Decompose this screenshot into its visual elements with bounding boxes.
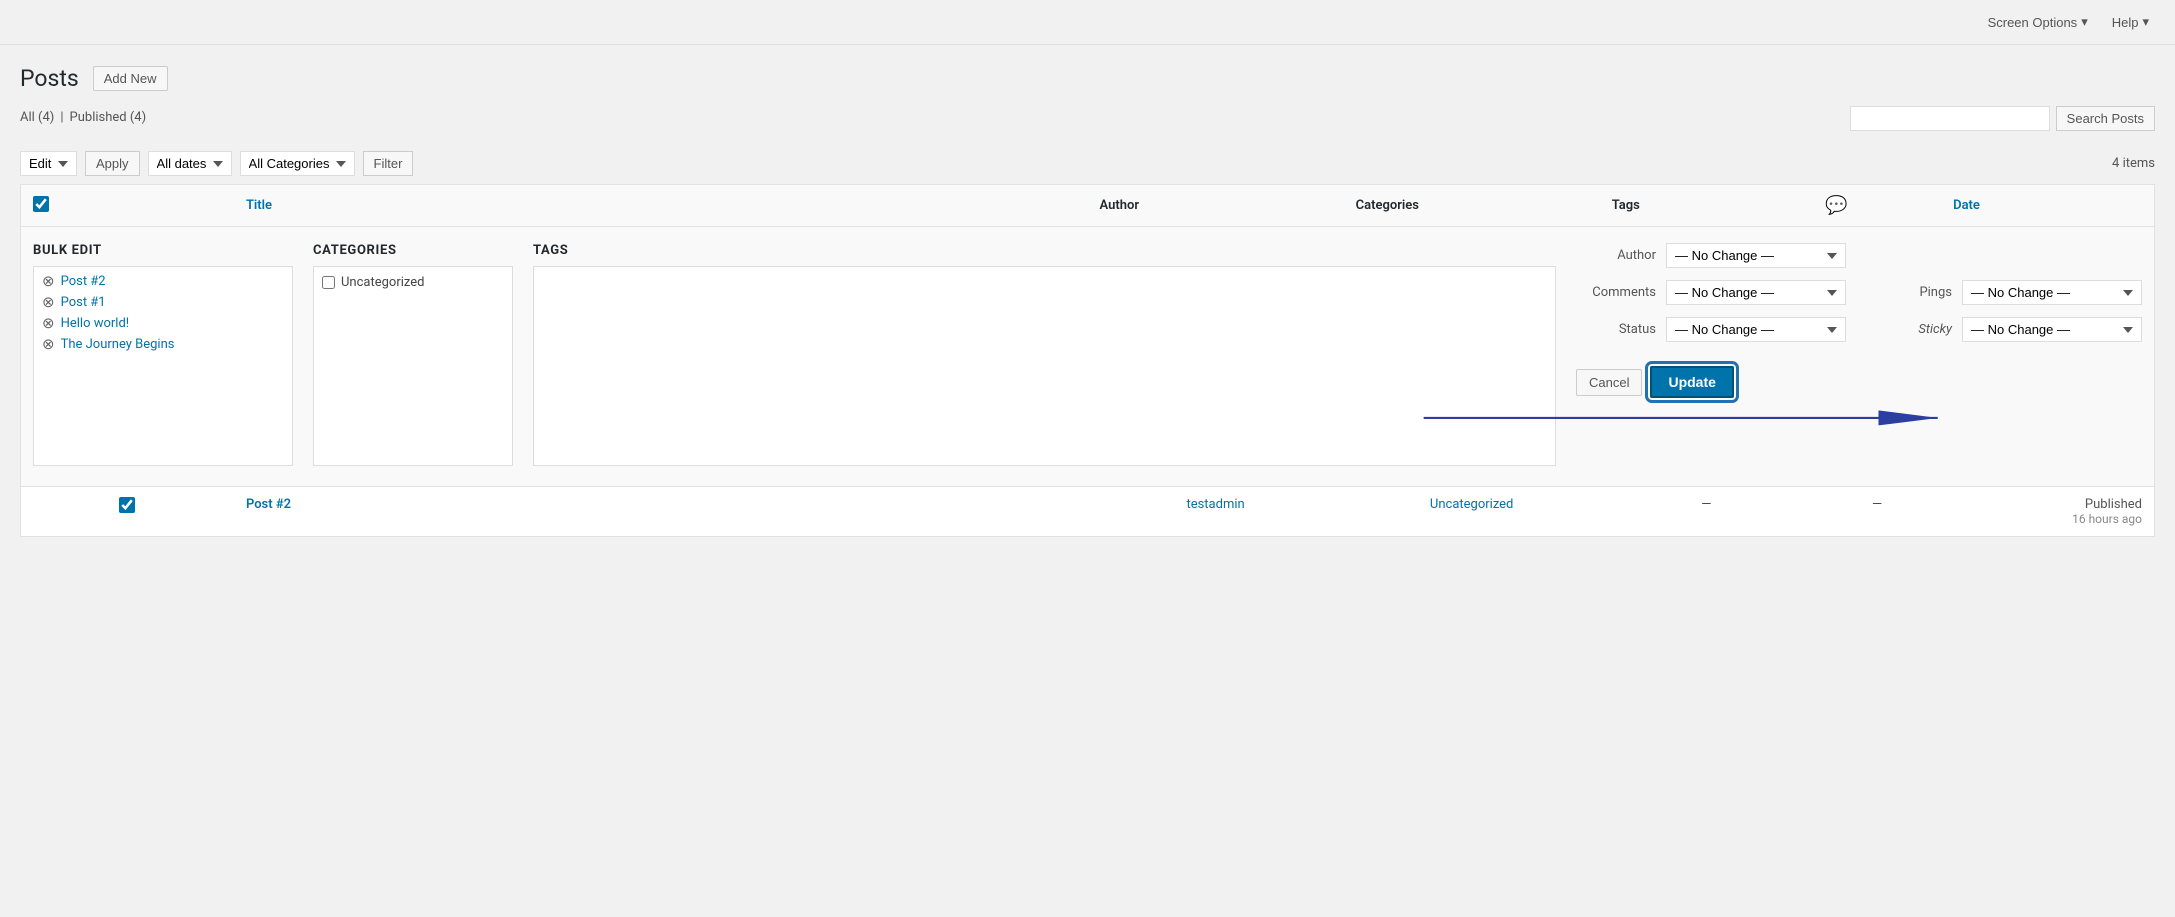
- help-chevron-icon: ▾: [2142, 14, 2149, 30]
- author-select[interactable]: — No Change —: [1666, 243, 1846, 268]
- list-item[interactable]: ⊗ Hello world!: [34, 313, 292, 334]
- comments-icon: 💬: [1825, 195, 1847, 216]
- author-field-row: Author — No Change —: [1576, 243, 2142, 268]
- pings-select[interactable]: — No Change —: [1962, 280, 2142, 305]
- remove-post-icon[interactable]: ⊗: [42, 316, 55, 331]
- help-label: Help: [2112, 15, 2139, 30]
- tags-textarea[interactable]: [533, 266, 1556, 466]
- post-title-link[interactable]: Post #2: [246, 497, 291, 512]
- tags-label: Tags: [533, 243, 1556, 258]
- cancel-button[interactable]: Cancel: [1576, 369, 1642, 396]
- bulk-edit-container: BULK EDIT ⊗ Post #2 ⊗ Post #1: [33, 243, 2142, 470]
- uncategorized-checkbox[interactable]: [322, 276, 335, 289]
- cat-item: Uncategorized: [314, 271, 512, 294]
- bulk-edit-posts-box: BULK EDIT ⊗ Post #2 ⊗ Post #1: [33, 243, 293, 466]
- select-all-checkbox[interactable]: [33, 196, 49, 212]
- th-categories: Categories: [1344, 185, 1600, 227]
- subsubsub: All (4) | Published (4): [20, 110, 146, 125]
- post-list-title: Post #1: [61, 295, 106, 310]
- table-nav: Edit Apply All dates All Categories Filt…: [20, 151, 2155, 176]
- all-filter-link[interactable]: All (4): [20, 110, 54, 125]
- row-checkbox[interactable]: [119, 497, 135, 513]
- author-link[interactable]: testadmin: [1186, 497, 1244, 512]
- comments-pings-row: Comments — No Change — Pings — No Change…: [1576, 280, 2142, 305]
- screen-options-label: Screen Options: [1988, 15, 2078, 30]
- sticky-select[interactable]: — No Change —: [1962, 317, 2142, 342]
- th-date[interactable]: Date: [1941, 185, 2154, 227]
- row-date-cell: Published 16 hours ago: [1941, 487, 2154, 537]
- post-list-title: Hello world!: [61, 316, 130, 331]
- search-row: Search Posts: [1850, 106, 2155, 131]
- bulk-edit-fields: Author — No Change — Comments — No Chang…: [1576, 243, 2142, 398]
- date-ago: 16 hours ago: [1953, 512, 2142, 526]
- apply-button[interactable]: Apply: [85, 151, 140, 176]
- author-label: Author: [1576, 248, 1656, 263]
- pings-label: Pings: [1872, 285, 1952, 300]
- th-tags: Tags: [1600, 185, 1813, 227]
- filter-button[interactable]: Filter: [363, 151, 414, 176]
- posts-list-box[interactable]: ⊗ Post #2 ⊗ Post #1 ⊗ Hello world!: [33, 266, 293, 466]
- screen-options-button[interactable]: Screen Options ▾: [1978, 8, 2098, 36]
- remove-post-icon[interactable]: ⊗: [42, 274, 55, 289]
- list-item[interactable]: ⊗ The Journey Begins: [34, 334, 292, 355]
- page-title: Posts: [20, 65, 79, 92]
- list-item[interactable]: ⊗ Post #1: [34, 292, 292, 313]
- sticky-label: Sticky: [1872, 322, 1952, 337]
- posts-table: Title Author Categories Tags 💬 Date: [20, 184, 2155, 537]
- status-select[interactable]: — No Change —: [1666, 317, 1846, 342]
- table-row: Post #2 testadmin Uncategorized — — Publ…: [21, 487, 2155, 537]
- categories-label: Categories: [313, 243, 513, 258]
- bulk-edit-tags-box: Tags: [533, 243, 1556, 470]
- categories-list-box[interactable]: Uncategorized: [313, 266, 513, 466]
- row-categories-cell: Uncategorized: [1344, 487, 1600, 537]
- category-link[interactable]: Uncategorized: [1430, 497, 1513, 512]
- update-button[interactable]: Update: [1650, 366, 1733, 398]
- bulk-edit-cell: BULK EDIT ⊗ Post #2 ⊗ Post #1: [21, 227, 2155, 487]
- items-count: 4 items: [2112, 156, 2155, 171]
- remove-post-icon[interactable]: ⊗: [42, 337, 55, 352]
- row-tags-cell: —: [1600, 487, 1813, 537]
- th-title[interactable]: Title: [234, 185, 1088, 227]
- search-posts-button[interactable]: Search Posts: [2056, 106, 2155, 131]
- bulk-edit-categories-box: Categories Uncategorized: [313, 243, 513, 466]
- th-author: Author: [1088, 185, 1344, 227]
- row-author-cell: testadmin: [1088, 487, 1344, 537]
- post-list-title: The Journey Begins: [61, 337, 175, 352]
- bulk-edit-label: BULK EDIT: [33, 243, 293, 258]
- row-checkbox-cell: [21, 487, 234, 537]
- help-button[interactable]: Help ▾: [2102, 8, 2159, 36]
- comments-select[interactable]: — No Change —: [1666, 280, 1846, 305]
- post-list-title: Post #2: [61, 274, 106, 289]
- status-sticky-row: Status — No Change — Sticky — No Change …: [1576, 317, 2142, 342]
- row-comments-cell: —: [1813, 487, 1941, 537]
- bulk-action-select[interactable]: Edit: [20, 151, 77, 176]
- categories-filter-select[interactable]: All Categories: [240, 151, 355, 176]
- date-status: Published: [1953, 497, 2142, 512]
- bulk-edit-actions: Cancel Update: [1576, 366, 2142, 398]
- published-filter-link-wrap: Published (4): [70, 110, 147, 125]
- list-item[interactable]: ⊗ Post #2: [34, 271, 292, 292]
- dates-filter-select[interactable]: All dates: [148, 151, 232, 176]
- row-title-cell: Post #2: [234, 487, 1088, 537]
- comments-label: Comments: [1576, 285, 1656, 300]
- uncategorized-label: Uncategorized: [341, 275, 424, 290]
- th-checkbox: [21, 185, 234, 227]
- screen-options-chevron-icon: ▾: [2081, 14, 2088, 30]
- published-filter-link[interactable]: Published (4): [70, 110, 147, 125]
- status-label: Status: [1576, 322, 1656, 337]
- bulk-edit-row: BULK EDIT ⊗ Post #2 ⊗ Post #1: [21, 227, 2155, 487]
- all-filter-link-wrap: All (4): [20, 110, 54, 125]
- search-input[interactable]: [1850, 106, 2050, 131]
- add-new-button[interactable]: Add New: [93, 66, 168, 91]
- remove-post-icon[interactable]: ⊗: [42, 295, 55, 310]
- th-comments: 💬: [1813, 185, 1941, 227]
